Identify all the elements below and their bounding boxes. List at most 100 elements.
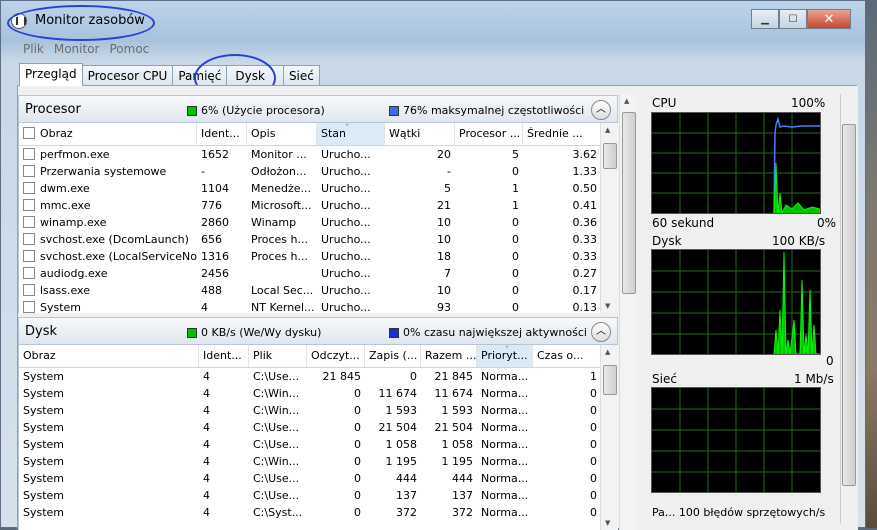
cell-text: 3.62 — [572, 148, 598, 161]
row-checkbox[interactable] — [23, 233, 35, 245]
chevron-up-icon[interactable]: ︿ — [591, 322, 611, 342]
column-header[interactable]: Średnie ... — [523, 123, 601, 145]
left-pane-scrollbar[interactable]: ▲ — [619, 94, 637, 530]
column-header[interactable]: Razem ... — [421, 345, 477, 367]
row-checkbox[interactable] — [23, 165, 35, 177]
scroll-up-icon[interactable]: ▲ — [605, 126, 610, 134]
column-header[interactable]: Wątki — [385, 123, 455, 145]
column-header[interactable]: Opis — [247, 123, 317, 145]
row-checkbox[interactable] — [23, 148, 35, 160]
tab-overview[interactable]: Przegląd — [19, 63, 83, 86]
table-row[interactable]: svchost.exe (DcomLaunch) 656 Proces h... Ur… — [19, 231, 601, 248]
table-cell: 444 — [421, 470, 477, 487]
cell-text: 21 504 — [378, 421, 418, 434]
table-row[interactable]: System 4 C:\Use... 0 137 137 Norma... 0 — [19, 487, 601, 504]
column-header[interactable]: Ident... — [199, 345, 249, 367]
tab-network[interactable]: Sieć — [282, 65, 320, 86]
table-row[interactable]: audiodg.exe 2456 Urucho... 7 0 0.27 — [19, 265, 601, 282]
column-header-label: Obraz — [23, 349, 56, 362]
cell-text: System — [40, 301, 82, 313]
cpu-section-header[interactable]: Procesor 6% (Użycie procesora) 76% maksy… — [18, 95, 618, 123]
row-checkbox[interactable] — [23, 267, 35, 279]
table-cell: System — [19, 453, 199, 470]
table-row[interactable]: System 4 C:\Use... 0 21 504 21 504 Norma... 0 — [19, 419, 601, 436]
cell-text: lsass.exe — [40, 284, 90, 297]
row-checkbox[interactable] — [23, 182, 35, 194]
table-cell: 2860 — [197, 214, 247, 231]
column-header[interactable]: Plik — [249, 345, 307, 367]
cell-text: 0 — [590, 404, 597, 417]
table-cell: dwm.exe — [19, 180, 197, 197]
table-row[interactable]: System 4 C:\Syst... 0 372 372 Norma... 0 — [19, 504, 601, 521]
table-cell: Norma... — [477, 470, 533, 487]
table-row[interactable]: System 4 C:\Win... 0 1 195 1 195 Norma... 0 — [19, 453, 601, 470]
table-row[interactable]: winamp.exe 2860 Winamp Urucho... 10 0 0.36 — [19, 214, 601, 231]
column-header[interactable]: Ident... — [197, 123, 247, 145]
row-checkbox[interactable] — [23, 301, 35, 313]
scroll-up-icon[interactable]: ▲ — [624, 97, 629, 105]
column-header[interactable]: Obraz — [19, 123, 197, 145]
cell-text: 5 — [444, 182, 451, 195]
column-header[interactable]: Odczyt... — [307, 345, 365, 367]
row-checkbox[interactable] — [23, 199, 35, 211]
menu-monitor[interactable]: Monitor — [54, 41, 100, 59]
scroll-thumb[interactable] — [603, 365, 617, 395]
table-cell: 0 — [455, 231, 523, 248]
menu-pomoc[interactable]: Pomoc — [109, 41, 149, 59]
table-cell: 0 — [455, 214, 523, 231]
column-header-label: Ident... — [203, 349, 242, 362]
table-row[interactable]: perfmon.exe 1652 Monitor ... Urucho... 20 5 3.… — [19, 146, 601, 163]
table-row[interactable]: svchost.exe (LocalServiceNo... 1316 Proces… — [19, 248, 601, 265]
tab-cpu[interactable]: Procesor CPU — [81, 65, 174, 86]
scroll-thumb[interactable] — [842, 124, 856, 486]
scroll-thumb[interactable] — [622, 112, 636, 294]
disk-table-scrollbar[interactable]: ▲ ▼ — [600, 345, 618, 530]
column-header[interactable]: Zapis (... — [365, 345, 421, 367]
row-checkbox[interactable] — [23, 250, 35, 262]
disk-section-header[interactable]: Dysk 0 KB/s (We/Wy dysku) 0% czasu najwi… — [18, 317, 618, 345]
table-row[interactable]: System 4 C:\Win... 0 1 593 1 593 Norma... 0 — [19, 402, 601, 419]
table-row[interactable]: mmc.exe 776 Microsoft... Urucho... 21 1 0.41 — [19, 197, 601, 214]
chevron-up-icon[interactable]: ︿ — [591, 100, 611, 120]
close-button[interactable]: ✕ — [807, 9, 851, 29]
left-pane: Procesor 6% (Użycie procesora) 76% maksy… — [18, 94, 618, 530]
column-header-label: Obraz — [40, 127, 73, 140]
table-cell: Proces h... — [247, 231, 317, 248]
scroll-down-icon[interactable]: ▼ — [605, 519, 610, 527]
graphs-scrollbar[interactable] — [840, 94, 857, 524]
scroll-down-icon[interactable]: ▼ — [605, 302, 610, 310]
cell-text: 0.27 — [572, 267, 598, 280]
row-checkbox[interactable] — [23, 216, 35, 228]
row-checkbox[interactable] — [23, 284, 35, 296]
table-row[interactable]: dwm.exe 1104 Menedże... Urucho... 5 1 0.50 — [19, 180, 601, 197]
menu-plik[interactable]: Plik — [23, 41, 44, 59]
table-cell: 0 — [365, 368, 421, 385]
table-row[interactable]: System 4 C:\Use... 0 444 444 Norma... 0 — [19, 470, 601, 487]
cell-text: System — [23, 421, 65, 434]
table-row[interactable]: System 4 C:\Use... 21 845 0 21 845 Norma... 1 — [19, 368, 601, 385]
cpu-table-scrollbar[interactable]: ▲ ▼ — [600, 123, 618, 313]
column-header[interactable]: Prioryt... ˄ — [477, 345, 533, 367]
cell-text: C:\Syst... — [253, 506, 303, 519]
cell-text: 7 — [444, 267, 451, 280]
table-row[interactable]: Przerwania systemowe - Odłożon... Urucho...… — [19, 163, 601, 180]
table-row[interactable]: System 4 C:\Use... 0 1 058 1 058 Norma... 0 — [19, 436, 601, 453]
table-row[interactable]: System 4 C:\Win... 0 11 674 11 674 Norma... 0 — [19, 385, 601, 402]
minimize-button[interactable]: ▁ — [751, 9, 779, 29]
table-row[interactable]: lsass.exe 488 Local Sec... Urucho... 10 0 0.17 — [19, 282, 601, 299]
scroll-up-icon[interactable]: ▲ — [605, 348, 610, 356]
table-cell: 0.33 — [523, 248, 601, 265]
maximize-button[interactable]: ☐ — [779, 9, 807, 29]
column-header[interactable]: Stan ˄ — [317, 123, 385, 145]
column-header-label: Opis — [251, 127, 276, 140]
scroll-thumb[interactable] — [603, 143, 617, 169]
cell-text: 1 593 — [441, 404, 474, 417]
column-header[interactable]: Obraz — [19, 345, 199, 367]
disk-section-title: Dysk — [25, 324, 58, 339]
cell-text: 0 — [512, 284, 519, 297]
table-cell: 1 593 — [365, 402, 421, 419]
column-header[interactable]: Czas o... — [533, 345, 601, 367]
table-row[interactable]: System 4 NT Kernel... Urucho... 93 0 0.13 — [19, 299, 601, 313]
column-header[interactable]: Procesor ... — [455, 123, 523, 145]
select-all-checkbox[interactable] — [23, 127, 35, 139]
